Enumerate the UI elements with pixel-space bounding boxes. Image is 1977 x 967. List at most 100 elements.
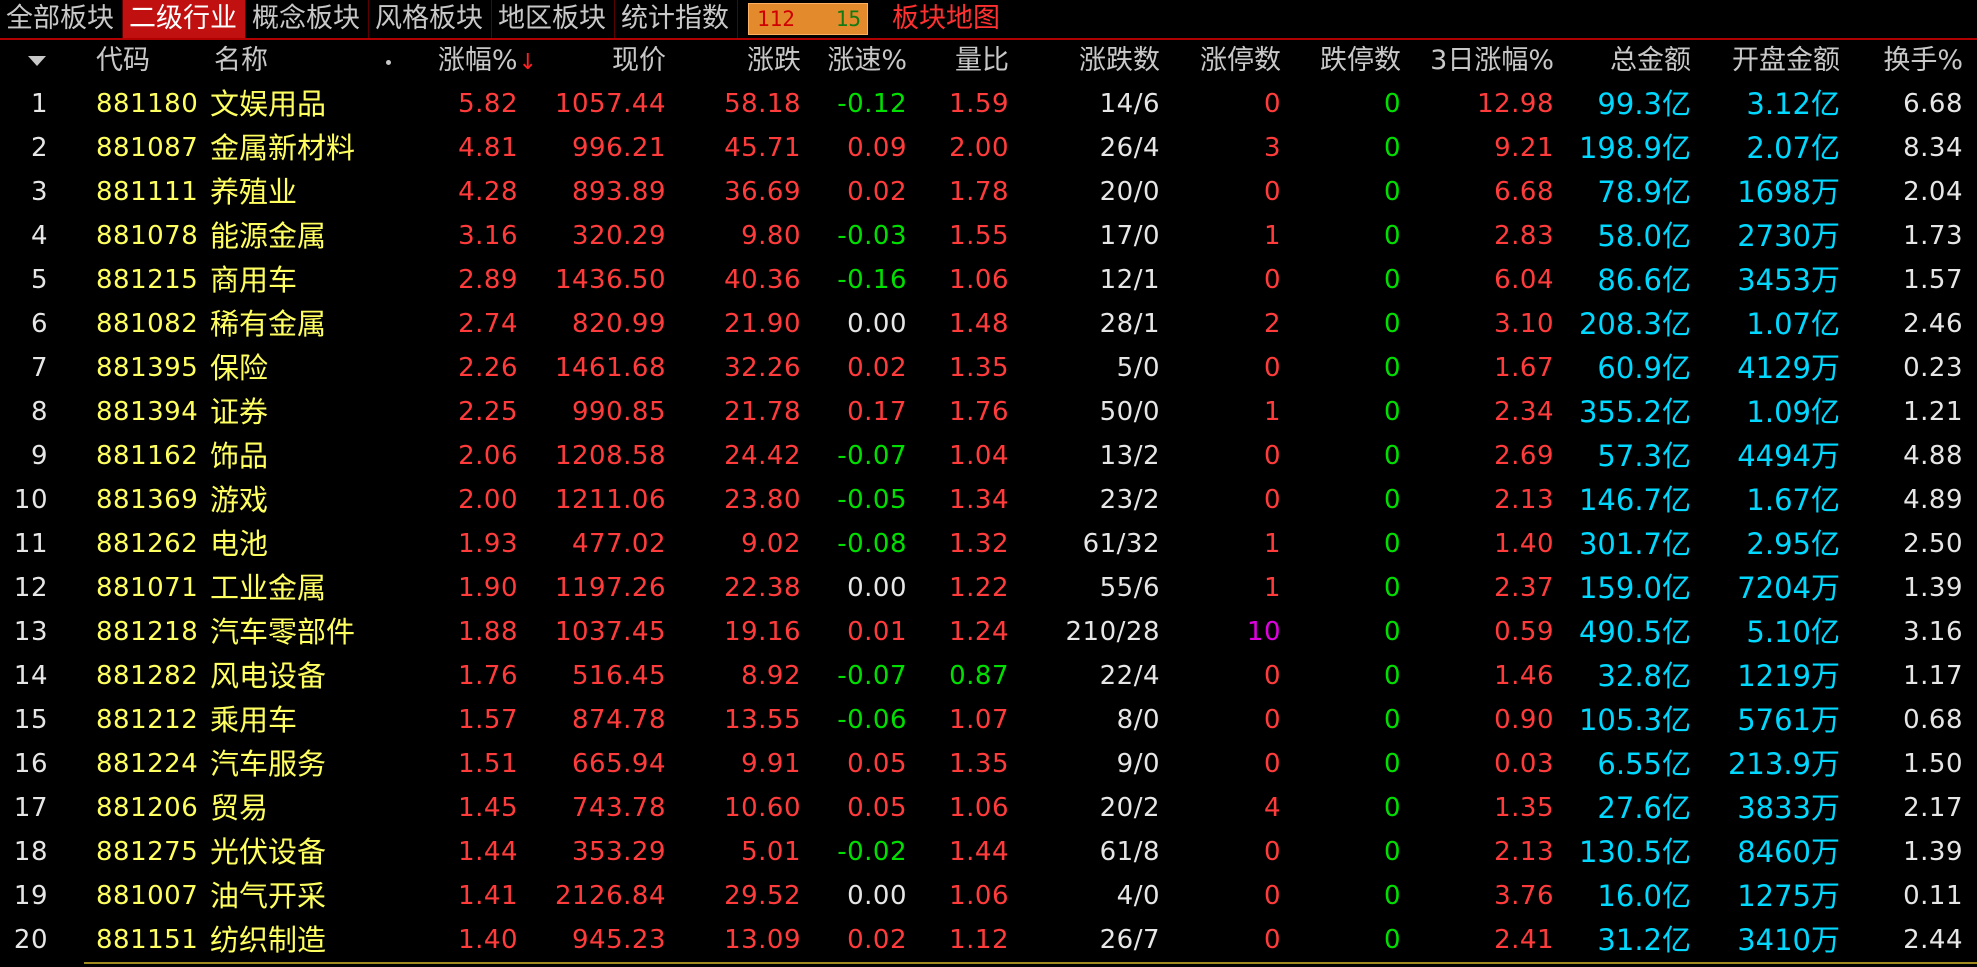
- price-change: 13.55: [724, 705, 801, 735]
- table-row[interactable]: 12 881071 工业金属 1.90 1197.26 22.38 0.00 1.22 55/6…: [0, 566, 1977, 610]
- up-down-count: 4/0: [1116, 881, 1160, 911]
- open-amount: 4494万: [1737, 439, 1840, 473]
- header-change[interactable]: 涨跌: [747, 40, 801, 82]
- table-row[interactable]: 10 881369 游戏 2.00 1211.06 23.80 -0.05 1.34 23/2 0…: [0, 478, 1977, 522]
- change-speed: 0.02: [847, 353, 907, 383]
- table-row[interactable]: 15 881212 乘用车 1.57 874.78 13.55 -0.06 1.07 8/0 0 0…: [0, 698, 1977, 742]
- header-code[interactable]: 代码: [96, 40, 150, 82]
- table-row[interactable]: 19 881007 油气开采 1.41 2126.84 29.52 0.00 1.06 4/0 0…: [0, 874, 1977, 918]
- header-up-down-count[interactable]: 涨跌数: [1079, 40, 1160, 82]
- limit-up-count: 0: [1263, 89, 1281, 119]
- table-row[interactable]: 7 881395 保险 2.26 1461.68 32.26 0.02 1.35 5/0 0 0 1.…: [0, 346, 1977, 390]
- table-row[interactable]: 9 881162 饰品 2.06 1208.58 24.42 -0.07 1.04 13/2 0 0…: [0, 434, 1977, 478]
- limit-up-count: 10: [1246, 617, 1281, 647]
- row-index: 16: [13, 749, 48, 779]
- table-row[interactable]: 13 881218 汽车零部件 1.88 1037.45 19.16 0.01 1.24 210…: [0, 610, 1977, 654]
- limit-down-count: 0: [1383, 837, 1401, 867]
- header-total-amount[interactable]: 总金额: [1610, 40, 1691, 82]
- sector-name: 游戏: [210, 483, 269, 517]
- tab-statistics-index[interactable]: 统计指数: [615, 0, 738, 38]
- sector-name: 商用车: [210, 263, 298, 297]
- sector-code: 881071: [96, 573, 199, 603]
- up-down-count: 8/0: [1116, 705, 1160, 735]
- limit-down-count: 0: [1383, 265, 1401, 295]
- chevron-down-icon[interactable]: [28, 56, 46, 66]
- current-price: 516.45: [572, 661, 666, 691]
- table-row[interactable]: 5 881215 商用车 2.89 1436.50 40.36 -0.16 1.06 12/1 0…: [0, 258, 1977, 302]
- volume-ratio: 1.35: [949, 353, 1009, 383]
- table-row[interactable]: 2 881087 金属新材料 4.81 996.21 45.71 0.09 2.00 26/4 3…: [0, 126, 1977, 170]
- turnover-rate: 6.68: [1903, 89, 1963, 119]
- up-down-count: 14/6: [1099, 89, 1160, 119]
- dot-icon: [386, 60, 391, 65]
- change-pct: 2.25: [458, 397, 518, 427]
- three-day-change: 2.34: [1494, 397, 1554, 427]
- volume-ratio: 0.87: [949, 661, 1009, 691]
- limit-up-count: 0: [1263, 485, 1281, 515]
- total-amount: 16.0亿: [1597, 879, 1691, 913]
- change-pct: 2.74: [458, 309, 518, 339]
- table-row[interactable]: 20 881151 纺织制造 1.40 945.23 13.09 0.02 1.12 26/7 0…: [0, 918, 1977, 962]
- header-name[interactable]: 名称: [214, 40, 268, 82]
- table-row[interactable]: 16 881224 汽车服务 1.51 665.94 9.91 0.05 1.35 9/0 0 0 0…: [0, 742, 1977, 786]
- table-row[interactable]: 14 881282 风电设备 1.76 516.45 8.92 -0.07 0.87 22/4 0…: [0, 654, 1977, 698]
- sector-tab-bar: 全部板块 二级行业 概念板块 风格板块 地区板块 统计指数 112 15 板块地…: [0, 0, 1977, 40]
- tab-style-sectors[interactable]: 风格板块: [369, 0, 492, 38]
- three-day-change: 2.69: [1494, 441, 1554, 471]
- sector-name: 汽车零部件: [210, 615, 356, 649]
- total-amount: 490.5亿: [1578, 615, 1691, 649]
- header-volume-ratio[interactable]: 量比: [955, 40, 1009, 82]
- sector-name: 电池: [210, 527, 269, 561]
- up-down-count: 26/7: [1099, 925, 1160, 955]
- sector-code: 881394: [96, 397, 199, 427]
- price-change: 21.78: [724, 397, 801, 427]
- tab-all-sectors[interactable]: 全部板块: [0, 0, 123, 38]
- sector-code: 881212: [96, 705, 199, 735]
- current-price: 1208.58: [554, 441, 666, 471]
- change-speed: -0.03: [837, 221, 907, 251]
- open-amount: 1.07亿: [1746, 307, 1840, 341]
- turnover-rate: 4.89: [1903, 485, 1963, 515]
- sector-code: 881087: [96, 133, 199, 163]
- table-row[interactable]: 11 881262 电池 1.93 477.02 9.02 -0.08 1.32 61/32 1 0…: [0, 522, 1977, 566]
- three-day-change: 9.21: [1494, 133, 1554, 163]
- limit-up-count: 0: [1263, 925, 1281, 955]
- limit-down-count: 0: [1383, 749, 1401, 779]
- header-limit-up-count[interactable]: 涨停数: [1200, 40, 1281, 82]
- header-price[interactable]: 现价: [612, 40, 666, 82]
- sector-code: 881007: [96, 881, 199, 911]
- tab-secondary-industry[interactable]: 二级行业: [123, 0, 246, 38]
- limit-up-count: 4: [1263, 793, 1281, 823]
- three-day-change: 2.41: [1494, 925, 1554, 955]
- header-open-amount[interactable]: 开盘金额: [1732, 40, 1840, 82]
- turnover-rate: 0.68: [1903, 705, 1963, 735]
- change-speed: 0.05: [847, 793, 907, 823]
- limit-down-count: 0: [1383, 353, 1401, 383]
- limit-up-count: 0: [1263, 441, 1281, 471]
- table-row[interactable]: 4 881078 能源金属 3.16 320.29 9.80 -0.03 1.55 17/0 1 0…: [0, 214, 1977, 258]
- turnover-rate: 1.50: [1903, 749, 1963, 779]
- header-change-pct[interactable]: 涨幅%↓: [438, 40, 537, 82]
- table-row[interactable]: 3 881111 养殖业 4.28 893.89 36.69 0.02 1.78 20/0 0 0 6…: [0, 170, 1977, 214]
- change-pct: 2.26: [458, 353, 518, 383]
- up-down-count: 55/6: [1099, 573, 1160, 603]
- table-row[interactable]: 18 881275 光伏设备 1.44 353.29 5.01 -0.02 1.44 61/8 0…: [0, 830, 1977, 874]
- header-turnover[interactable]: 换手%: [1883, 40, 1963, 82]
- row-index: 5: [30, 265, 48, 295]
- sector-map-link[interactable]: 板块地图: [892, 0, 1000, 38]
- sector-name: 贸易: [210, 791, 269, 825]
- table-row[interactable]: 8 881394 证券 2.25 990.85 21.78 0.17 1.76 50/0 1 0 2.…: [0, 390, 1977, 434]
- change-speed: -0.05: [837, 485, 907, 515]
- table-row[interactable]: 17 881206 贸易 1.45 743.78 10.60 0.05 1.06 20/2 4 0 1…: [0, 786, 1977, 830]
- table-row[interactable]: 6 881082 稀有金属 2.74 820.99 21.90 0.00 1.48 28/1 2 0…: [0, 302, 1977, 346]
- header-three-day-change[interactable]: 3日涨幅%: [1430, 40, 1554, 82]
- table-row[interactable]: 1 881180 文娱用品 5.82 1057.44 58.18 -0.12 1.59 14/6…: [0, 82, 1977, 126]
- three-day-change: 3.76: [1494, 881, 1554, 911]
- header-speed[interactable]: 涨速%: [827, 40, 907, 82]
- sector-code: 881218: [96, 617, 199, 647]
- tab-concept-sectors[interactable]: 概念板块: [246, 0, 369, 38]
- header-limit-down-count[interactable]: 跌停数: [1320, 40, 1401, 82]
- turnover-rate: 2.17: [1903, 793, 1963, 823]
- up-down-count: 20/0: [1099, 177, 1160, 207]
- tab-region-sectors[interactable]: 地区板块: [492, 0, 615, 38]
